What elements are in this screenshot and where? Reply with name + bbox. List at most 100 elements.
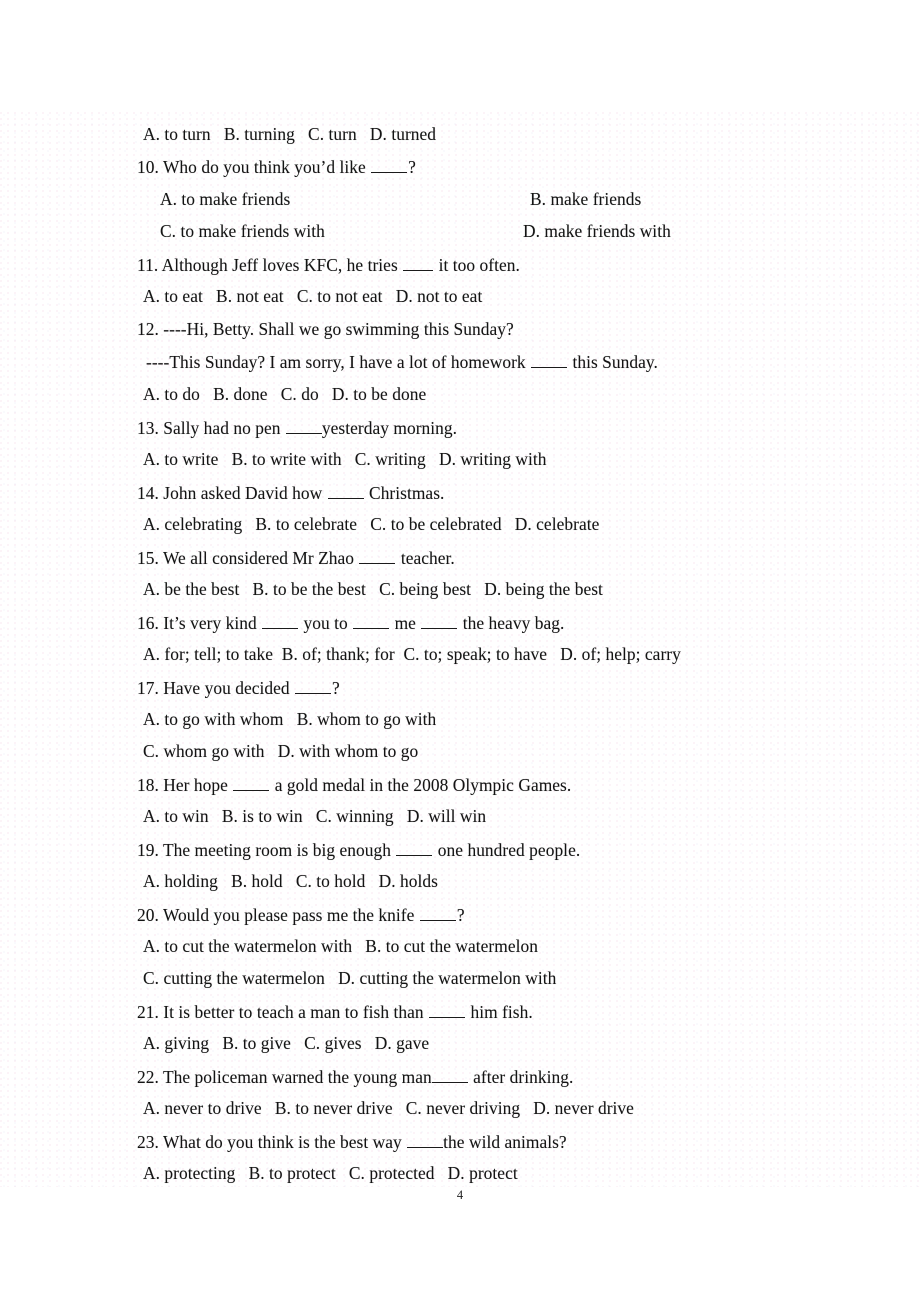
question-23-options: A. protecting B. to protect C. protected…	[143, 1163, 518, 1183]
stem-text-tail: it too often.	[434, 255, 520, 275]
question-12-options: A. to do B. done C. do D. to be done	[143, 384, 426, 404]
stem-text-tail: the wild animals?	[443, 1132, 567, 1152]
stem-text: 21. It is better to teach a man to fish …	[137, 1002, 429, 1022]
question-19-options: A. holding B. hold C. to hold D. holds	[143, 871, 438, 891]
answer-blank[interactable]	[419, 904, 456, 921]
question-18-options: A. to win B. is to win C. winning D. wil…	[143, 806, 486, 826]
question-10-options-row-1: A. to make friends B. make friends	[160, 189, 641, 209]
question-10-stem: 10. Who do you think you’d like ?	[137, 156, 416, 177]
stem-text-mid-1: you to	[299, 613, 353, 633]
option-d-text: D. make friends with	[523, 221, 671, 241]
question-10-options-row-2: C. to make friends with D. make friends w…	[160, 221, 671, 241]
question-21-stem: 21. It is better to teach a man to fish …	[137, 1001, 533, 1022]
stem-text: 14. John asked David how	[137, 483, 327, 503]
stem-text: 10. Who do you think you’d like	[137, 157, 371, 177]
stem-text: 17. Have you decided	[137, 678, 295, 698]
stem-text-tail: this Sunday.	[568, 352, 658, 372]
answer-blank[interactable]	[327, 482, 364, 499]
stem-text: ----This Sunday? I am sorry, I have a lo…	[146, 352, 531, 372]
answer-blank[interactable]	[359, 547, 396, 564]
question-16-options: A. for; tell; to take B. of; thank; for …	[143, 644, 681, 664]
answer-blank-1[interactable]	[262, 612, 299, 629]
option-text: A. be the best B. to be the best C. bein…	[143, 579, 603, 599]
question-15-options: A. be the best B. to be the best C. bein…	[143, 579, 603, 599]
option-text: A. to write B. to write with C. writing …	[143, 449, 547, 469]
question-18-stem: 18. Her hope a gold medal in the 2008 Ol…	[137, 774, 571, 795]
stem-text-tail: him fish.	[466, 1002, 533, 1022]
question-22-stem: 22. The policeman warned the young man a…	[137, 1066, 573, 1087]
question-21-options: A. giving B. to give C. gives D. gave	[143, 1033, 429, 1053]
question-20-options-row-2: C. cutting the watermelon D. cutting the…	[143, 968, 556, 988]
option-text: C. whom go with D. with whom to go	[143, 741, 419, 761]
option-text: A. protecting B. to protect C. protected…	[143, 1163, 518, 1183]
answer-blank[interactable]	[295, 677, 332, 694]
answer-blank[interactable]	[429, 1001, 466, 1018]
question-20-stem: 20. Would you please pass me the knife ?	[137, 904, 465, 925]
document-page: A. to turn B. turning C. turn D. turned …	[0, 0, 920, 1302]
stem-text-tail: ?	[332, 678, 340, 698]
question-12-stem-reply: ----This Sunday? I am sorry, I have a lo…	[146, 351, 658, 372]
answer-blank[interactable]	[431, 1066, 468, 1083]
question-17-stem: 17. Have you decided ?	[137, 677, 340, 698]
stem-text: 23. What do you think is the best way	[137, 1132, 407, 1152]
stem-text: 12. ----Hi, Betty. Shall we go swimming …	[137, 319, 514, 339]
stem-text: 19. The meeting room is big enough	[137, 840, 396, 860]
answer-blank[interactable]	[403, 254, 434, 271]
question-19-stem: 19. The meeting room is big enough one h…	[137, 839, 580, 860]
stem-text-tail: Christmas.	[364, 483, 445, 503]
option-text: A. celebrating B. to celebrate C. to be …	[143, 514, 600, 534]
stem-text: 11. Although Jeff loves KFC, he tries	[137, 255, 403, 275]
answer-blank-2[interactable]	[353, 612, 390, 629]
question-15-stem: 15. We all considered Mr Zhao teacher.	[137, 547, 455, 568]
answer-blank[interactable]	[531, 351, 568, 368]
stem-text-tail: yesterday morning.	[321, 418, 458, 438]
question-12-stem: 12. ----Hi, Betty. Shall we go swimming …	[137, 319, 514, 339]
question-11-options: A. to eat B. not eat C. to not eat D. no…	[143, 286, 482, 306]
stem-text: 13. Sally had no pen	[137, 418, 285, 438]
option-text: A. to win B. is to win C. winning D. wil…	[143, 806, 487, 826]
stem-text-tail: a gold medal in the 2008 Olympic Games.	[270, 775, 572, 795]
answer-blank[interactable]	[407, 1131, 444, 1148]
question-11-stem: 11. Although Jeff loves KFC, he tries it…	[137, 254, 520, 275]
stem-text-tail: the heavy bag.	[458, 613, 565, 633]
answer-blank[interactable]	[396, 839, 433, 856]
question-14-stem: 14. John asked David how Christmas.	[137, 482, 444, 503]
stem-text-tail: after drinking.	[468, 1067, 574, 1087]
stem-text-mid-2: me	[390, 613, 421, 633]
question-9-options: A. to turn B. turning C. turn D. turned	[143, 124, 436, 144]
option-text: C. cutting the watermelon D. cutting the…	[143, 968, 557, 988]
answer-blank[interactable]	[285, 417, 322, 434]
stem-text-tail: teacher.	[396, 548, 455, 568]
option-text: A. for; tell; to take B. of; thank; for …	[143, 644, 681, 664]
answer-blank-3[interactable]	[421, 612, 458, 629]
stem-text: 20. Would you please pass me the knife	[137, 905, 419, 925]
option-text: A. to eat B. not eat C. to not eat D. no…	[143, 286, 483, 306]
question-16-stem: 16. It’s very kind you to me the heavy b…	[137, 612, 564, 633]
option-text: A. to do B. done C. do D. to be done	[143, 384, 427, 404]
question-14-options: A. celebrating B. to celebrate C. to be …	[143, 514, 599, 534]
question-17-options-row-2: C. whom go with D. with whom to go	[143, 741, 418, 761]
question-23-stem: 23. What do you think is the best way th…	[137, 1131, 567, 1152]
option-a-text: A. to make friends	[160, 189, 291, 209]
stem-text-tail: ?	[408, 157, 416, 177]
answer-blank[interactable]	[233, 774, 270, 791]
page-number: 4	[456, 1188, 464, 1202]
question-13-stem: 13. Sally had no pen yesterday morning.	[137, 417, 457, 438]
stem-text: 15. We all considered Mr Zhao	[137, 548, 359, 568]
option-text: A. to turn B. turning C. turn D. turned	[143, 124, 437, 144]
answer-blank[interactable]	[371, 156, 408, 173]
question-17-options-row-1: A. to go with whom B. whom to go with	[143, 709, 436, 729]
option-text: A. giving B. to give C. gives D. gave	[143, 1033, 430, 1053]
option-c-text: C. to make friends with	[160, 221, 325, 241]
option-text: A. holding B. hold C. to hold D. holds	[143, 871, 438, 891]
question-20-options-row-1: A. to cut the watermelon with B. to cut …	[143, 936, 538, 956]
stem-text-tail: ?	[456, 905, 465, 925]
stem-text-tail: one hundred people.	[433, 840, 581, 860]
option-text: A. to go with whom B. whom to go with	[143, 709, 437, 729]
option-text: A. to cut the watermelon with B. to cut …	[143, 936, 538, 956]
stem-text: 22. The policeman warned the young man	[137, 1067, 432, 1087]
stem-text: 18. Her hope	[137, 775, 233, 795]
option-text: A. never to drive B. to never drive C. n…	[143, 1098, 634, 1118]
question-22-options: A. never to drive B. to never drive C. n…	[143, 1098, 634, 1118]
stem-text: 16. It’s very kind	[137, 613, 262, 633]
